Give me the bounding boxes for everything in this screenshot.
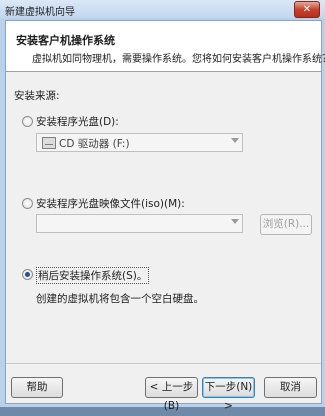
- cancel-button[interactable]: 取消: [264, 377, 317, 398]
- radio-installer-disc-label[interactable]: 安装程序光盘(D):: [36, 114, 119, 129]
- iso-path-input[interactable]: [36, 214, 243, 233]
- wizard-header: 安装客户机操作系统 虚拟机如同物理机，需要操作系统。您将如何安装客户机操作系统？: [6, 21, 325, 72]
- page-title: 安装客户机操作系统: [16, 34, 115, 47]
- radio-install-later-label[interactable]: 稍后安装操作系统(S)。: [36, 267, 150, 284]
- radio-installer-disc[interactable]: [22, 116, 33, 127]
- help-button[interactable]: 帮助: [11, 377, 63, 398]
- radio-iso-image-label[interactable]: 安装程序光盘映像文件(iso)(M):: [36, 196, 185, 211]
- wizard-window: 新建虚拟机向导 ✕ 安装客户机操作系统 虚拟机如同物理机，需要操作系统。您将如何…: [0, 0, 325, 412]
- browse-button[interactable]: 浏览(R)...: [260, 214, 312, 235]
- chevron-down-icon: [231, 138, 239, 143]
- close-icon: ✕: [302, 4, 312, 15]
- back-button[interactable]: < 上一步(B): [145, 377, 198, 412]
- install-source-label: 安装来源:: [14, 90, 60, 102]
- close-button[interactable]: ✕: [294, 1, 320, 18]
- drive-select-value: CD 驱动器 (F:): [59, 138, 130, 150]
- cd-drive-icon: [42, 137, 56, 149]
- page-subtitle: 虚拟机如同物理机，需要操作系统。您将如何安装客户机操作系统？: [32, 54, 325, 65]
- radio-install-later[interactable]: [22, 269, 33, 280]
- chevron-down-icon: [231, 219, 239, 224]
- wizard-body: 安装客户机操作系统 虚拟机如同物理机，需要操作系统。您将如何安装客户机操作系统？…: [5, 20, 325, 412]
- footer-divider: [6, 363, 321, 364]
- next-button[interactable]: 下一步(N) >: [202, 377, 255, 412]
- window-title: 新建虚拟机向导: [5, 7, 75, 18]
- drive-select[interactable]: CD 驱动器 (F:): [36, 133, 243, 152]
- title-bar[interactable]: 新建虚拟机向导 ✕: [0, 0, 325, 18]
- install-later-description: 创建的虚拟机将包含一个空白硬盘。: [36, 293, 204, 305]
- radio-iso-image[interactable]: [22, 198, 33, 209]
